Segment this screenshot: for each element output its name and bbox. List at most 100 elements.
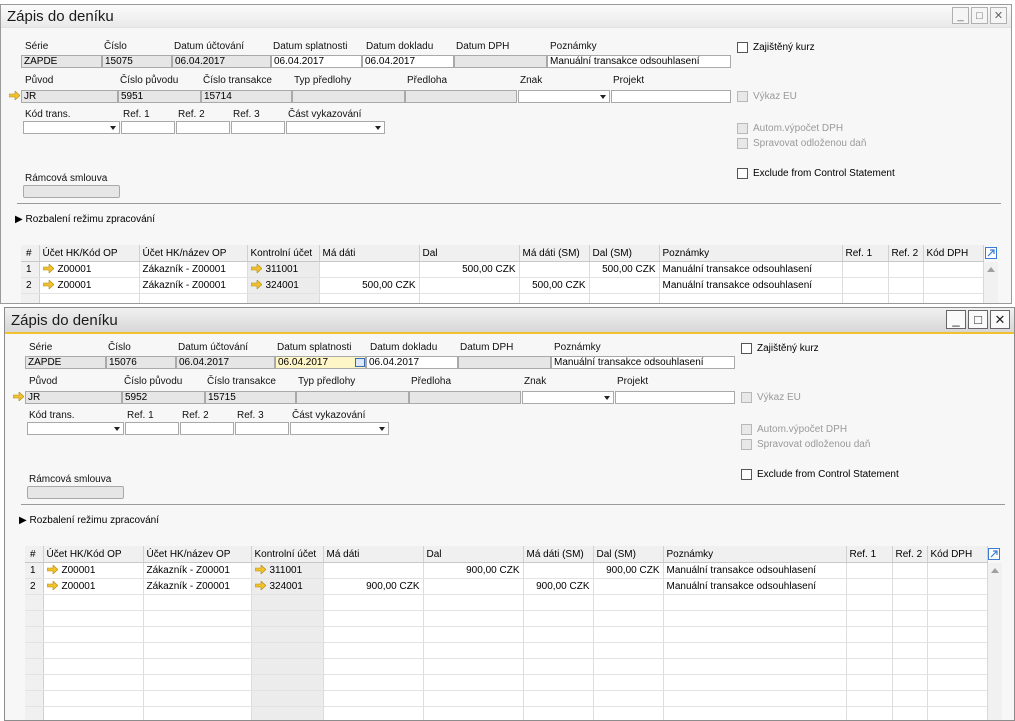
cast-vykazovani-dropdown[interactable] (286, 121, 385, 134)
grid-header-ucet[interactable]: Účet HK/Kód OP (43, 546, 144, 563)
ucet-cell[interactable]: Z00001 (43, 562, 144, 579)
nazev-cell[interactable]: Zákazník - Z00001 (143, 562, 252, 579)
cislo-puvodu-field[interactable]: 5952 (122, 391, 205, 404)
kontrolni-cell[interactable]: 311001 (247, 261, 320, 278)
dal-cell[interactable] (419, 277, 520, 294)
ref1-field[interactable] (125, 422, 179, 435)
grid-header-nazev[interactable]: Účet HK/název OP (139, 245, 248, 262)
window-titlebar[interactable]: Zápis do deníku _ □ ✕ (5, 308, 1014, 334)
ma-dati-cell[interactable]: 900,00 CZK (323, 578, 424, 595)
dal-cell[interactable]: 900,00 CZK (423, 562, 524, 579)
ref1-cell[interactable] (842, 277, 889, 294)
nazev-cell[interactable]: Zákazník - Z00001 (143, 578, 252, 595)
datum-uctovani-field[interactable]: 06.04.2017 (172, 55, 271, 68)
vykaz-eu-checkbox[interactable] (741, 392, 752, 403)
grid-scrollbar[interactable] (987, 563, 1002, 720)
ref3-field[interactable] (231, 121, 285, 134)
poznamky-cell[interactable]: Manuální transakce odsouhlasení (659, 277, 843, 294)
puvod-field[interactable]: JR (25, 391, 122, 404)
cislo-field[interactable]: 15075 (102, 55, 172, 68)
autom-vypocet-checkbox[interactable] (737, 123, 748, 134)
link-arrow-icon[interactable] (46, 565, 58, 574)
grid-header-ref1[interactable]: Ref. 1 (846, 546, 893, 563)
datum-dokladu-field[interactable]: 06.04.2017 (366, 356, 458, 369)
datum-dokladu-field[interactable]: 06.04.2017 (362, 55, 454, 68)
zajisteny-kurz-checkbox[interactable] (737, 42, 748, 53)
grid-header-ucet[interactable]: Účet HK/Kód OP (39, 245, 140, 262)
ma-dati-sm-cell[interactable] (519, 261, 590, 278)
serie-field[interactable]: ZAPDE (21, 55, 102, 68)
table-row[interactable]: 1 Z00001 Zákazník - Z00001 311001 900,00… (25, 562, 988, 579)
grid-header-poznamky[interactable]: Poznámky (663, 546, 847, 563)
spravovat-checkbox[interactable] (741, 439, 752, 450)
ramcova-smlouva-field[interactable] (27, 486, 124, 499)
grid-header-dal[interactable]: Dal (419, 245, 520, 262)
dal-cell[interactable] (423, 578, 524, 595)
minimize-icon[interactable]: _ (946, 310, 966, 329)
spravovat-checkbox[interactable] (737, 138, 748, 149)
table-row[interactable] (25, 706, 988, 720)
grid-settings-icon[interactable] (985, 247, 997, 259)
link-arrow-icon[interactable] (254, 565, 266, 574)
puvod-field[interactable]: JR (21, 90, 118, 103)
grid-header-dal-sm[interactable]: Dal (SM) (589, 245, 660, 262)
grid-header-ref1[interactable]: Ref. 1 (842, 245, 889, 262)
poznamky-field[interactable]: Manuální transakce odsouhlasení (551, 356, 735, 369)
grid-header-ma-dati-sm[interactable]: Má dáti (SM) (523, 546, 594, 563)
ref1-cell[interactable] (842, 261, 889, 278)
dal-sm-cell[interactable]: 500,00 CZK (589, 261, 660, 278)
grid-header-ma-dati-sm[interactable]: Má dáti (SM) (519, 245, 590, 262)
cislo-transakce-field[interactable]: 15714 (201, 90, 292, 103)
ref2-cell[interactable] (888, 261, 924, 278)
grid-scrollbar[interactable] (983, 262, 998, 303)
grid-header-nazev[interactable]: Účet HK/název OP (143, 546, 252, 563)
scroll-up-icon[interactable] (991, 568, 999, 573)
datum-splatnosti-field[interactable]: 06.04.2017 (271, 55, 362, 68)
kod-dph-cell[interactable] (927, 578, 988, 595)
ucet-cell[interactable]: Z00001 (39, 261, 140, 278)
table-row[interactable] (25, 626, 988, 643)
datum-uctovani-field[interactable]: 06.04.2017 (176, 356, 275, 369)
grid-header-kontrolni[interactable]: Kontrolní účet (247, 245, 320, 262)
dal-sm-cell[interactable] (589, 277, 660, 294)
kontrolni-cell[interactable]: 311001 (251, 562, 324, 579)
projekt-field[interactable] (611, 90, 731, 103)
ma-dati-sm-cell[interactable]: 500,00 CZK (519, 277, 590, 294)
grid-header-rownum[interactable]: # (21, 245, 40, 262)
datum-splatnosti-field[interactable]: 06.04.2017 (275, 356, 366, 369)
link-arrow-icon[interactable] (42, 280, 54, 289)
dal-sm-cell[interactable]: 900,00 CZK (593, 562, 664, 579)
ma-dati-cell[interactable]: 500,00 CZK (319, 277, 420, 294)
ucet-cell[interactable]: Z00001 (43, 578, 144, 595)
ref1-cell[interactable] (846, 578, 893, 595)
close-icon[interactable]: ✕ (990, 310, 1010, 329)
scroll-up-icon[interactable] (987, 267, 995, 272)
ma-dati-cell[interactable] (319, 261, 420, 278)
table-row[interactable] (25, 674, 988, 691)
ucet-cell[interactable]: Z00001 (39, 277, 140, 294)
ref2-field[interactable] (180, 422, 234, 435)
autom-vypocet-checkbox[interactable] (741, 424, 752, 435)
znak-dropdown[interactable] (518, 90, 610, 103)
grid-header-ref2[interactable]: Ref. 2 (892, 546, 928, 563)
table-row[interactable] (25, 642, 988, 659)
grid-header-rownum[interactable]: # (25, 546, 44, 563)
grid-header-dal[interactable]: Dal (423, 546, 524, 563)
cislo-transakce-field[interactable]: 15715 (205, 391, 296, 404)
kod-dph-cell[interactable] (923, 261, 984, 278)
link-arrow-icon[interactable] (13, 392, 24, 401)
ref1-field[interactable] (121, 121, 175, 134)
link-arrow-icon[interactable] (9, 91, 20, 100)
maximize-icon[interactable]: □ (971, 7, 988, 24)
window-titlebar[interactable]: Zápis do deníku _ □ ✕ (1, 5, 1011, 28)
maximize-icon[interactable]: □ (968, 310, 988, 329)
ref2-cell[interactable] (888, 277, 924, 294)
table-row[interactable] (25, 690, 988, 707)
kontrolni-cell[interactable]: 324001 (251, 578, 324, 595)
calendar-icon[interactable] (355, 358, 365, 367)
znak-dropdown[interactable] (522, 391, 614, 404)
minimize-icon[interactable]: _ (952, 7, 969, 24)
link-arrow-icon[interactable] (250, 280, 262, 289)
poznamky-cell[interactable]: Manuální transakce odsouhlasení (663, 562, 847, 579)
cast-vykazovani-dropdown[interactable] (290, 422, 389, 435)
